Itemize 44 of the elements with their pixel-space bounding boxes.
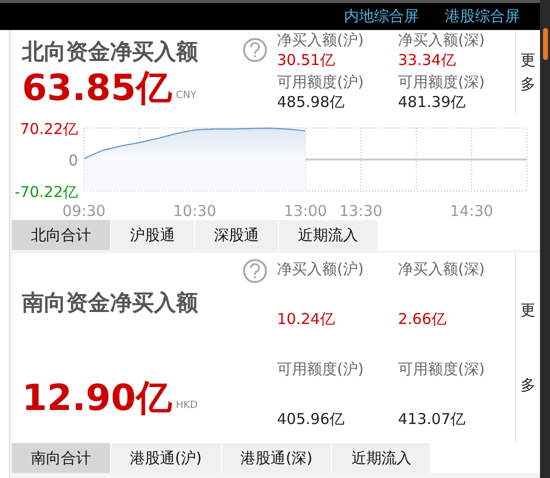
axis-label: 10:30 <box>173 202 216 220</box>
tab[interactable]: 北向合计 <box>12 220 111 250</box>
stat-value: 481.39亿 <box>398 92 466 112</box>
stat-label: 净买入额(沪) <box>277 259 365 279</box>
panel-title: 北向资金净买入额 <box>22 39 198 67</box>
axis-label: 0 <box>68 152 78 170</box>
scrollbar[interactable] <box>540 0 550 478</box>
tab[interactable]: 港股通(沪) <box>111 443 222 473</box>
stat-value: 405.96亿 <box>277 409 346 429</box>
stat-value: 30.51亿 <box>277 50 336 70</box>
stat-value: 485.98亿 <box>277 92 346 112</box>
stat-value: 413.07亿 <box>398 409 466 429</box>
stat-label: 可用额度(沪) <box>277 72 365 92</box>
tab[interactable]: 近期流入 <box>332 443 432 473</box>
currency-label: CNY <box>176 89 196 103</box>
axis-label: 14:30 <box>450 202 494 220</box>
axis-label: 13:30 <box>339 202 382 220</box>
currency-label: HKD <box>176 399 198 413</box>
tab[interactable]: 近期流入 <box>279 220 378 250</box>
net-amount: 12.90亿 <box>22 379 172 419</box>
tab[interactable]: 深股通 <box>195 220 279 250</box>
stat-label: 可用额度(沪) <box>277 359 365 379</box>
stat-value: 10.24亿 <box>277 309 336 329</box>
nav-link[interactable]: 港股综合屏 <box>445 5 520 28</box>
stat-label: 净买入额(深) <box>398 30 486 50</box>
stat-value: 33.34亿 <box>398 50 457 70</box>
tab[interactable]: 沪股通 <box>111 220 195 250</box>
panel-title: 南向资金净买入额 <box>22 290 198 318</box>
tab[interactable]: 南向合计 <box>12 443 111 473</box>
nav-link[interactable]: 内地综合屏 <box>344 5 419 28</box>
stat-label: 可用额度(深) <box>398 72 486 92</box>
help-icon[interactable] <box>243 38 267 62</box>
stat-value: 2.66亿 <box>398 309 448 329</box>
axis-label: 70.22亿 <box>20 120 78 138</box>
net-amount: 63.85亿 <box>22 69 172 109</box>
axis-label: 09:30 <box>62 202 106 220</box>
stat-label: 可用额度(深) <box>398 359 486 379</box>
axis-label: 13:00 <box>284 202 328 220</box>
help-icon[interactable] <box>243 259 267 283</box>
stat-label: 净买入额(沪) <box>277 30 365 50</box>
tab[interactable]: 港股通(深) <box>222 443 332 473</box>
axis-label: -70.22亿 <box>14 183 78 201</box>
scroll-thumb[interactable] <box>543 28 548 60</box>
stat-label: 净买入额(深) <box>398 259 486 279</box>
